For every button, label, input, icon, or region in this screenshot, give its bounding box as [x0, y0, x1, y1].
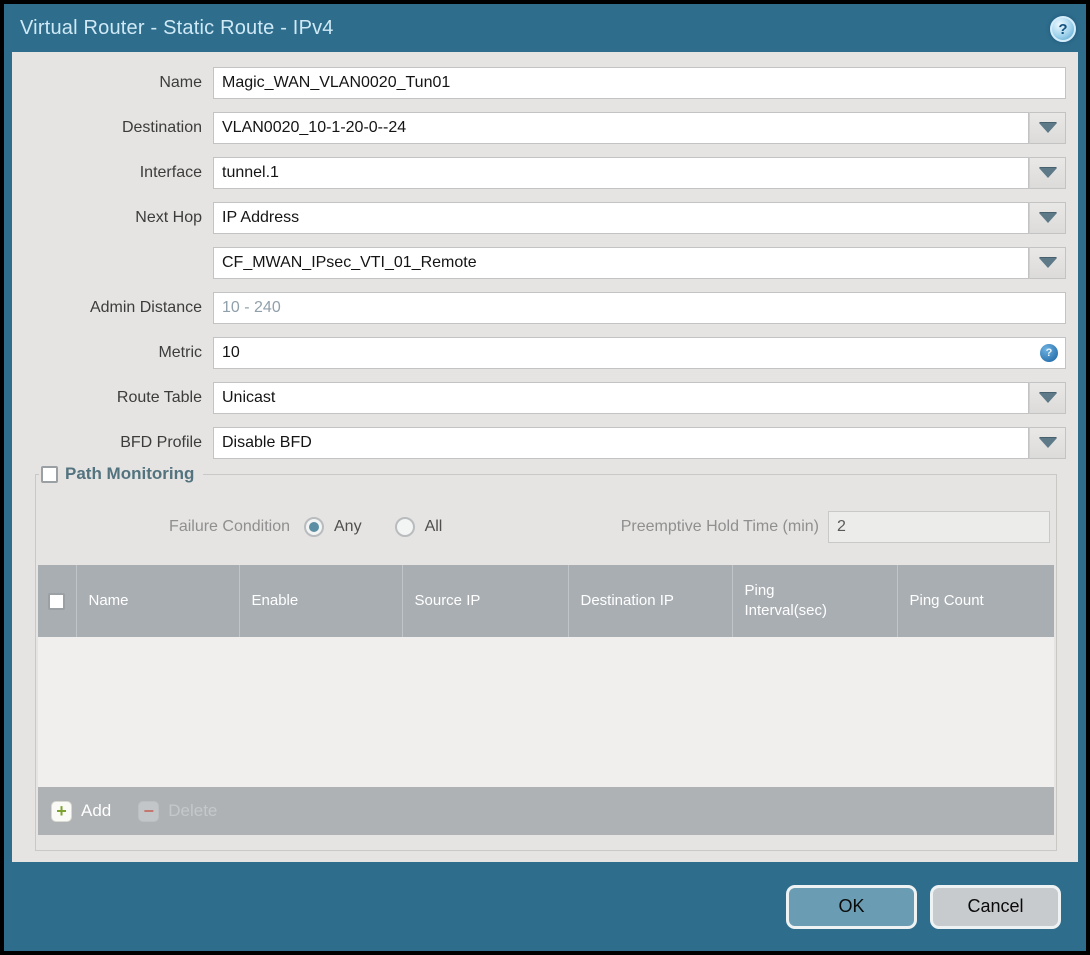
route-table-label: Route Table [116, 389, 202, 406]
bfd-profile-input[interactable] [213, 427, 1029, 459]
preemptive-hold-time-label: Preemptive Hold Time (min) [620, 518, 819, 535]
static-route-dialog: Virtual Router - Static Route - IPv4 ? N… [4, 4, 1086, 951]
name-label: Name [159, 74, 202, 91]
next-hop-type-dropdown-button[interactable] [1029, 202, 1066, 234]
route-table-input[interactable] [213, 382, 1029, 414]
metric-help-icon[interactable]: ? [1040, 344, 1058, 362]
cancel-button[interactable]: Cancel [930, 884, 1061, 929]
failure-condition-any-radio[interactable] [304, 517, 324, 537]
dialog-title: Virtual Router - Static Route - IPv4 [20, 16, 334, 39]
interface-label: Interface [139, 164, 202, 181]
column-header-enable[interactable]: Enable [238, 565, 402, 637]
titlebar: Virtual Router - Static Route - IPv4 ? [4, 4, 1086, 52]
form-row-interface: Interface [18, 157, 1066, 189]
chevron-down-icon [1038, 393, 1057, 403]
column-header-name[interactable]: Name [75, 565, 239, 637]
admin-distance-input[interactable] [213, 292, 1066, 324]
next-hop-address-dropdown-button[interactable] [1029, 247, 1066, 279]
column-header-source-ip[interactable]: Source IP [401, 565, 568, 637]
failure-condition-any-label: Any [334, 518, 362, 535]
next-hop-label: Next Hop [135, 209, 202, 226]
table-header-row: Name Enable Source IP Destination IP Pin… [38, 565, 1054, 637]
admin-distance-label: Admin Distance [89, 299, 202, 316]
dialog-footer: OK Cancel [4, 862, 1086, 951]
next-hop-address-input[interactable] [213, 247, 1029, 279]
path-monitoring-controls: Failure Condition Any All Preemptive Hol… [38, 511, 1054, 543]
chevron-down-icon [1038, 123, 1057, 133]
name-input[interactable] [213, 67, 1066, 99]
chevron-down-icon [1038, 438, 1057, 448]
destination-input[interactable] [213, 112, 1029, 144]
column-header-ping-count[interactable]: Ping Count [896, 565, 1054, 637]
path-monitoring-title: Path Monitoring [65, 464, 195, 483]
help-icon[interactable]: ? [1050, 16, 1076, 42]
form-row-metric: Metric ? [18, 337, 1066, 369]
next-hop-type-input[interactable] [213, 202, 1029, 234]
form-row-bfd-profile: BFD Profile [18, 427, 1066, 459]
preemptive-hold-time-input[interactable] [828, 511, 1050, 543]
interface-input[interactable] [213, 157, 1029, 189]
failure-condition-label: Failure Condition [169, 518, 290, 535]
path-monitoring-checkbox[interactable] [41, 465, 58, 483]
delete-icon: − [138, 800, 160, 822]
select-all-checkbox[interactable] [48, 592, 66, 610]
metric-input[interactable] [213, 337, 1066, 369]
path-monitoring-legend: Path Monitoring [39, 464, 204, 484]
path-monitoring-table: Name Enable Source IP Destination IP Pin… [38, 565, 1054, 787]
form-row-destination: Destination [18, 112, 1066, 144]
table-toolbar: + Add − Delete [38, 787, 1054, 835]
form-row-admin-distance: Admin Distance [18, 292, 1066, 324]
delete-button[interactable]: − Delete [138, 800, 218, 822]
path-monitoring-section: Path Monitoring Failure Condition Any Al… [35, 464, 1057, 851]
metric-label: Metric [158, 344, 202, 361]
dialog-content: Name Destination Interface Next Hop [12, 52, 1078, 862]
interface-dropdown-button[interactable] [1029, 157, 1066, 189]
failure-condition-all-radio[interactable] [394, 517, 415, 537]
chevron-down-icon [1038, 213, 1057, 223]
destination-label: Destination [121, 119, 202, 136]
column-header-destination-ip[interactable]: Destination IP [567, 565, 732, 637]
failure-condition-all-option[interactable]: All [394, 517, 443, 537]
failure-condition-all-label: All [424, 518, 443, 535]
route-table-dropdown-button[interactable] [1029, 382, 1066, 414]
form-row-name: Name [18, 67, 1066, 99]
form-row-next-hop-address [18, 247, 1066, 279]
chevron-down-icon [1038, 168, 1057, 178]
add-button-label: Add [81, 801, 112, 820]
table-empty-body [38, 637, 1054, 787]
bfd-profile-label: BFD Profile [120, 434, 202, 451]
column-header-ping-interval[interactable]: Ping Interval(sec) [731, 565, 897, 637]
failure-condition-any-option[interactable]: Any [304, 517, 362, 537]
select-all-header-cell [38, 565, 76, 637]
destination-dropdown-button[interactable] [1029, 112, 1066, 144]
add-button[interactable]: + Add [51, 800, 112, 822]
bfd-profile-dropdown-button[interactable] [1029, 427, 1066, 459]
form-row-route-table: Route Table [18, 382, 1066, 414]
ok-button[interactable]: OK [786, 884, 917, 929]
form-row-next-hop: Next Hop [18, 202, 1066, 234]
chevron-down-icon [1038, 258, 1057, 268]
delete-button-label: Delete [168, 801, 218, 820]
add-icon: + [51, 800, 72, 822]
